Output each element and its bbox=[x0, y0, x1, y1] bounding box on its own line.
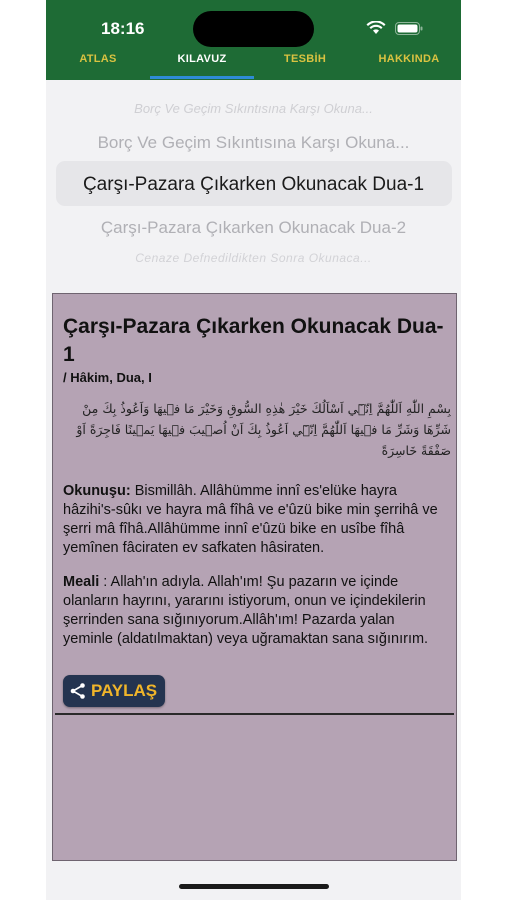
picker-option[interactable]: Çarşı-Pazara Çıkarken Okunacak Dua-2 bbox=[46, 218, 461, 238]
okunusu-label: Okunuşu: bbox=[63, 483, 131, 499]
tab-kilavuz[interactable]: KILAVUZ bbox=[164, 53, 240, 65]
dua-source: / Hâkim, Dua, I bbox=[63, 370, 152, 385]
share-button[interactable]: PAYLAŞ bbox=[63, 675, 166, 707]
meali-label: Meali bbox=[63, 574, 100, 590]
dua-title: Çarşı-Pazara Çıkarken Okunacak Dua-1 bbox=[63, 315, 444, 366]
tab-tesbih[interactable]: TESBİH bbox=[276, 53, 334, 65]
home-indicator[interactable] bbox=[179, 884, 329, 889]
dua-okunusu: Okunuşu: Bismillâh. Allâhümme innî es'el… bbox=[63, 482, 448, 558]
active-tab-indicator bbox=[150, 76, 254, 79]
picker-option[interactable]: Borç Ve Geçim Sıkıntısına Karşı Okuna... bbox=[46, 133, 461, 153]
wifi-icon bbox=[366, 21, 386, 34]
dua-picker[interactable]: Borç Ve Geçim Sıkıntısına Karşı Okuna...… bbox=[46, 80, 461, 290]
dua-meali: Meali : Allah'ın adıyla. Allah'ım! Şu pa… bbox=[63, 573, 448, 649]
dua-arabic-text: بِسْمِ اللّٰهِ اَللّٰهُمَّ اِنّٖٓي اَسْا… bbox=[76, 401, 451, 458]
picker-option[interactable]: Borç Ve Geçim Sıkıntısına Karşı Okuna... bbox=[46, 101, 461, 116]
dynamic-island bbox=[193, 11, 314, 47]
dua-card: Çarşı-Pazara Çıkarken Okunacak Dua-1 / H… bbox=[52, 293, 457, 861]
share-icon bbox=[70, 683, 85, 699]
top-bar: 18:16 ATLAS KILAVUZ TESBİH HAKKINDA bbox=[46, 0, 461, 80]
battery-icon bbox=[395, 22, 423, 35]
picker-option[interactable]: Cenaze Defnedildikten Sonra Okunaca... bbox=[46, 251, 461, 265]
tab-bar: ATLAS KILAVUZ TESBİH HAKKINDA bbox=[46, 48, 461, 80]
picker-option-selected[interactable]: Çarşı-Pazara Çıkarken Okunacak Dua-1 bbox=[46, 174, 461, 196]
meali-text: : Allah'ın adıyla. Allah'ım! Şu pazarın … bbox=[63, 574, 429, 647]
divider bbox=[55, 713, 454, 715]
app-screen: 18:16 ATLAS KILAVUZ TESBİH HAKKINDA Borç… bbox=[46, 0, 461, 900]
tab-atlas[interactable]: ATLAS bbox=[76, 53, 120, 65]
tab-hakkinda[interactable]: HAKKINDA bbox=[372, 53, 446, 65]
status-time: 18:16 bbox=[101, 19, 145, 38]
share-label: PAYLAŞ bbox=[91, 681, 158, 700]
